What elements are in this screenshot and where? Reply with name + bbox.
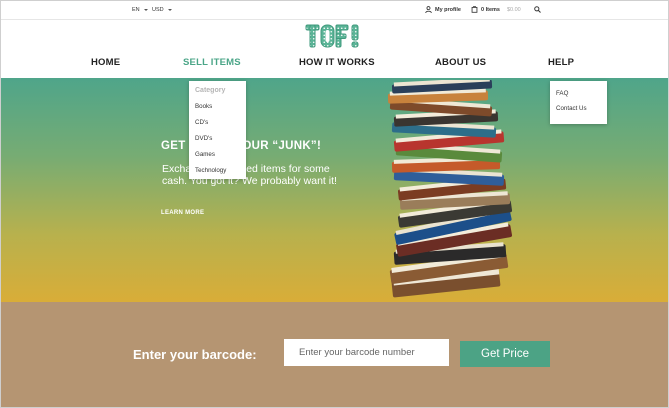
- book-stack: [387, 80, 513, 298]
- nav-about-us[interactable]: ABOUT US: [435, 57, 486, 68]
- currency-selector[interactable]: USD: [152, 7, 172, 13]
- hero-title-start: GET: [161, 140, 186, 152]
- nav-home[interactable]: HOME: [91, 57, 120, 68]
- language-label: EN: [132, 7, 140, 13]
- cart-link[interactable]: 0 Items $0.00: [471, 6, 521, 13]
- site-logo[interactable]: [1, 21, 668, 51]
- search-icon: [534, 6, 541, 13]
- currency-label: USD: [152, 7, 164, 13]
- barcode-label: Enter your barcode:: [133, 347, 257, 362]
- chevron-down-icon: [167, 9, 172, 11]
- top-utility-bar: EN USD My profile 0 Items $0.00: [1, 1, 668, 20]
- get-price-button[interactable]: Get Price: [460, 341, 550, 367]
- tofi-logo: [305, 24, 358, 48]
- dropdown-item-contact-us[interactable]: Contact Us: [556, 105, 587, 112]
- help-dropdown: FAQ Contact Us: [550, 81, 607, 124]
- cart-icon: [471, 6, 478, 13]
- category-header: Category: [195, 87, 226, 94]
- dropdown-item-dvds[interactable]: DVD's: [195, 135, 212, 142]
- learn-more-link[interactable]: LEARN MORE: [161, 210, 204, 216]
- barcode-input[interactable]: [284, 339, 449, 366]
- dropdown-item-faq[interactable]: FAQ: [556, 90, 568, 97]
- dropdown-item-technology[interactable]: Technology: [195, 167, 226, 174]
- nav-help[interactable]: HELP: [548, 57, 574, 68]
- my-profile-link[interactable]: My profile: [425, 6, 461, 13]
- my-profile-label: My profile: [435, 6, 461, 13]
- hero-subtitle-start: Excha: [162, 163, 192, 175]
- nav-how-it-works[interactable]: HOW IT WORKS: [299, 57, 375, 68]
- main-nav: HOME SELL ITEMS HOW IT WORKS ABOUT US HE…: [1, 53, 668, 73]
- chevron-down-icon: [143, 9, 148, 11]
- dropdown-item-cds[interactable]: CD's: [195, 119, 208, 126]
- browser-frame: EN USD My profile 0 Items $0.00 HOME SEL…: [0, 0, 669, 408]
- dropdown-item-games[interactable]: Games: [195, 151, 215, 158]
- user-icon: [425, 6, 432, 13]
- book-stack-illustration: [387, 80, 513, 298]
- cart-count: 0 Items: [481, 6, 500, 13]
- sell-items-dropdown: Category Books CD's DVD's Games Technolo…: [189, 81, 246, 179]
- cart-total: $0.00: [506, 6, 521, 13]
- language-selector[interactable]: EN: [132, 7, 148, 13]
- nav-sell-items[interactable]: SELL ITEMS: [183, 57, 241, 68]
- dropdown-item-books[interactable]: Books: [195, 103, 212, 110]
- search-button[interactable]: [534, 6, 541, 13]
